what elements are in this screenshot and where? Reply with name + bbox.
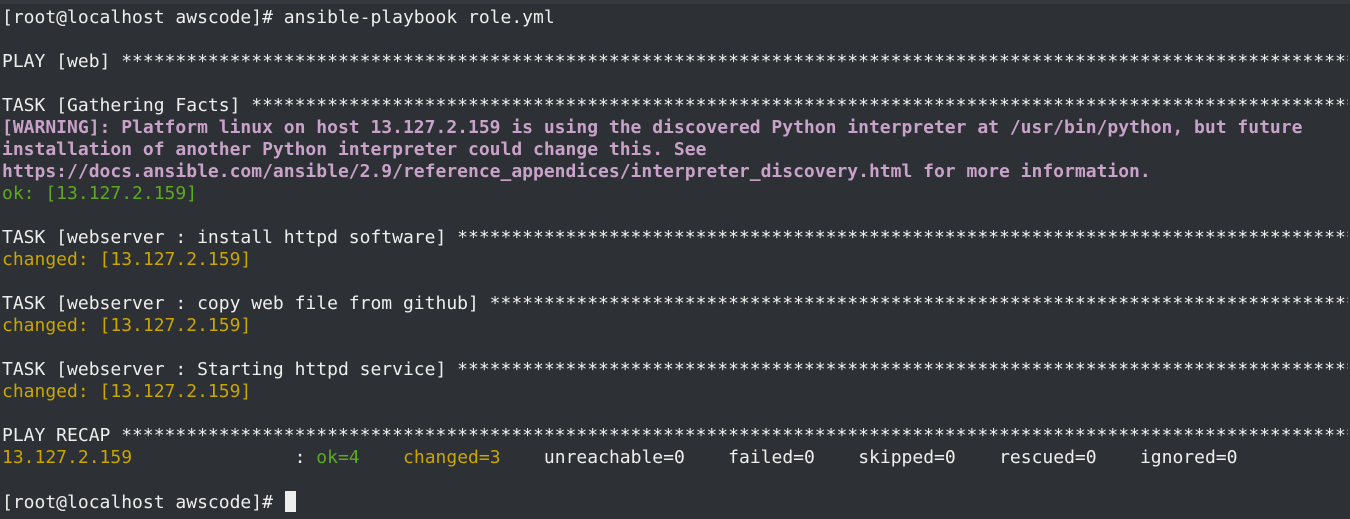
warning-line: https://docs.ansible.com/ansible/2.9/ref… [2,161,1151,182]
recap-changed: changed=3 [403,447,501,468]
recap-gap [360,447,403,468]
command-prompt: [root@localhost awscode]# [2,7,284,28]
play-recap-row: 13.127.2.159 : ok=4 changed=3 unreachabl… [2,447,1348,469]
task-install-header: TASK [webserver : install httpd software… [2,227,1348,248]
final-prompt-line[interactable]: [root@localhost awscode]# [2,491,1348,513]
task-start-result: changed: [13.127.2.159] [2,381,252,402]
terminal-window[interactable]: [root@localhost awscode]# ansible-playbo… [0,0,1350,519]
terminal-top-edge [0,0,1350,4]
warning-line: installation of another Python interpret… [2,139,707,160]
task-gathering-facts-result: ok: [13.127.2.159] [2,183,198,204]
warning-line: [WARNING]: Platform linux on host 13.127… [2,117,1303,138]
play-recap-header: PLAY RECAP *****************************… [2,425,1348,446]
play-header: PLAY [web] *****************************… [2,51,1348,72]
final-prompt: [root@localhost awscode]# [2,492,284,513]
recap-ok: ok=4 [316,447,360,468]
terminal-output: [root@localhost awscode]# ansible-playbo… [2,7,1348,513]
recap-host: 13.127.2.159 [2,447,295,468]
task-copy-header: TASK [webserver : copy web file from git… [2,293,1348,314]
task-install-result: changed: [13.127.2.159] [2,249,252,270]
recap-rest: unreachable=0 failed=0 skipped=0 rescued… [543,447,1238,468]
recap-gap [501,447,544,468]
task-gathering-facts-header: TASK [Gathering Facts] *****************… [2,95,1348,116]
command-line: [root@localhost awscode]# ansible-playbo… [2,7,1348,29]
task-start-header: TASK [webserver : Starting httpd service… [2,359,1348,380]
text-cursor [284,491,296,512]
recap-separator: : [294,447,317,468]
command-text: ansible-playbook role.yml [283,7,555,28]
task-copy-result: changed: [13.127.2.159] [2,315,252,336]
